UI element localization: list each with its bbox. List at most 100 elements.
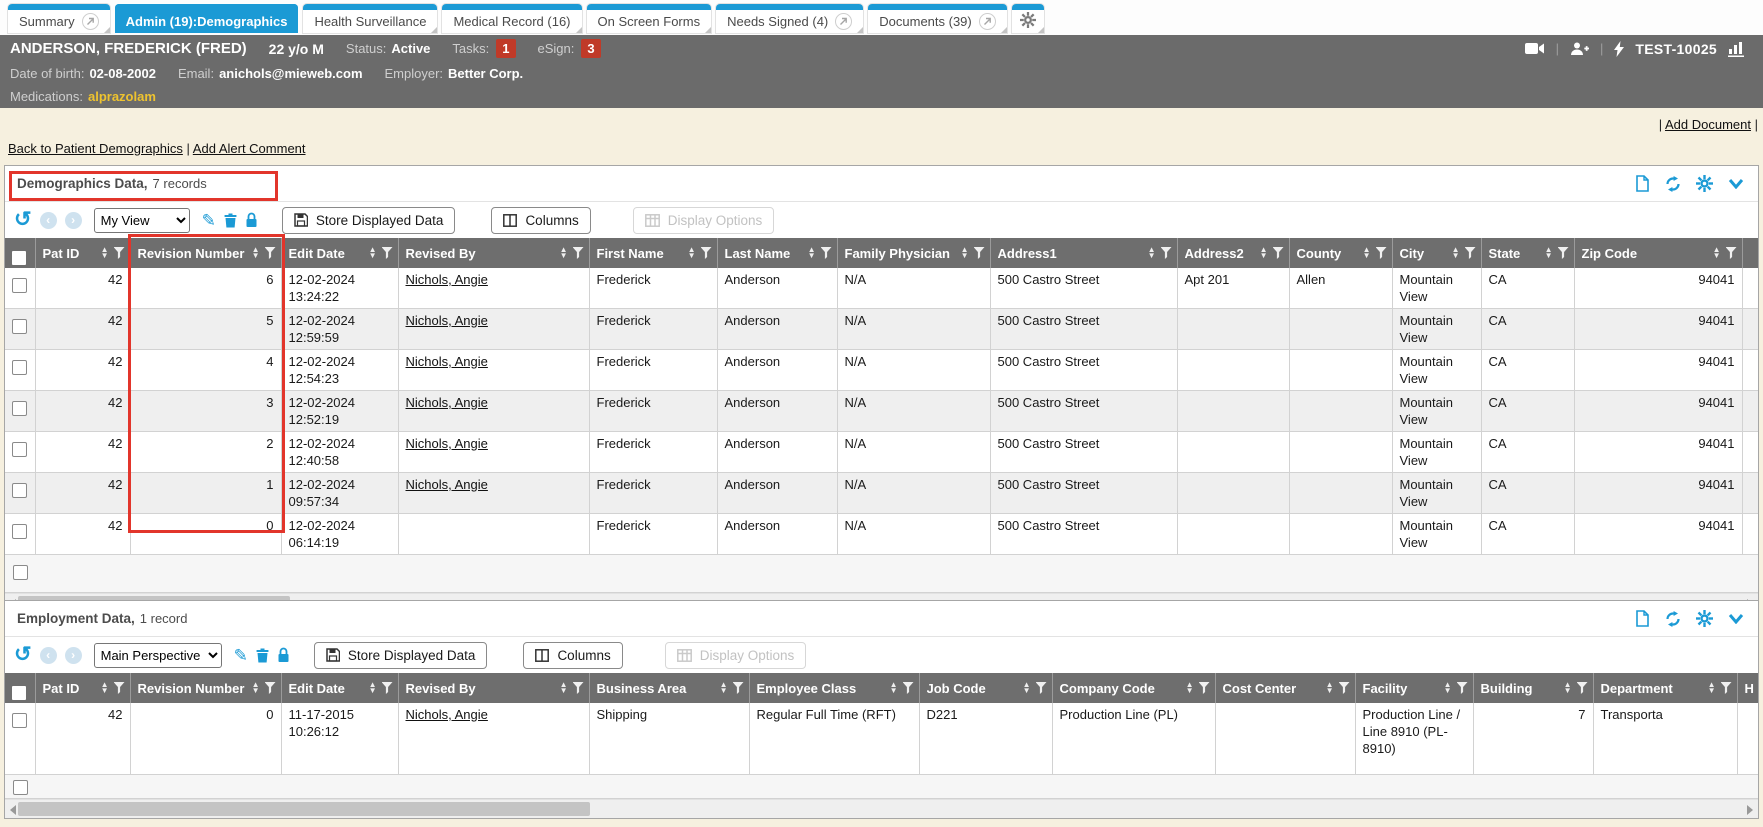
filter-icon[interactable] [1721, 682, 1732, 694]
add-person-icon[interactable] [1570, 42, 1589, 56]
revised-by-link[interactable]: Nichols, Angie [406, 477, 488, 492]
filter-icon[interactable] [1161, 247, 1172, 259]
column-header-employee-class[interactable]: Employee Class▲▼ [749, 673, 919, 703]
lock-view-icon[interactable] [245, 212, 258, 228]
row-checkbox[interactable] [12, 360, 27, 375]
row-checkbox[interactable] [12, 278, 27, 293]
column-header-family-physician[interactable]: Family Physician▲▼ [837, 238, 990, 268]
filter-icon[interactable] [1273, 247, 1284, 259]
add-alert-comment-link[interactable]: Add Alert Comment [193, 141, 306, 156]
columns-button[interactable]: Columns [523, 642, 622, 669]
column-header-first-name[interactable]: First Name▲▼ [589, 238, 717, 268]
filter-icon[interactable] [1036, 682, 1047, 694]
chevron-down-icon[interactable] [1728, 178, 1744, 189]
gear-icon[interactable] [1696, 610, 1713, 627]
sort-icon[interactable]: ▲▼ [101, 247, 109, 259]
column-header-building[interactable]: Building▲▼ [1473, 673, 1593, 703]
column-header-cost-center[interactable]: Cost Center▲▼ [1215, 673, 1355, 703]
tab-health-surveillance[interactable]: Health Surveillance [303, 4, 437, 33]
filter-icon[interactable] [1199, 682, 1210, 694]
filter-icon[interactable] [382, 682, 393, 694]
sort-icon[interactable]: ▲▼ [720, 682, 728, 694]
tab-medical-record[interactable]: Medical Record (16) [442, 4, 581, 33]
filter-icon[interactable] [1376, 247, 1387, 259]
filter-icon[interactable] [265, 247, 276, 259]
next-view-icon[interactable]: › [65, 212, 82, 229]
sort-icon[interactable]: ▲▼ [1363, 247, 1371, 259]
filter-icon[interactable] [1726, 247, 1737, 259]
select-all-checkbox[interactable] [12, 686, 26, 700]
add-document-link[interactable]: Add Document [1665, 117, 1751, 132]
refresh-icon[interactable] [1665, 611, 1681, 627]
tab-admin-demographics[interactable]: Admin (19):Demographics [115, 4, 299, 33]
new-document-icon[interactable] [1635, 175, 1650, 192]
filter-icon[interactable] [1465, 247, 1476, 259]
delete-view-icon[interactable] [224, 213, 237, 228]
sort-icon[interactable]: ▲▼ [560, 247, 568, 259]
new-document-icon[interactable] [1635, 610, 1650, 627]
back-to-demographics-link[interactable]: Back to Patient Demographics [8, 141, 183, 156]
column-header-partial[interactable]: H [1737, 673, 1758, 703]
tab-on-screen-forms[interactable]: On Screen Forms [587, 4, 712, 33]
popout-icon[interactable] [835, 13, 852, 30]
prev-view-icon[interactable]: ‹ [40, 647, 57, 664]
popout-icon[interactable] [82, 13, 99, 30]
filter-icon[interactable] [1339, 682, 1350, 694]
columns-button[interactable]: Columns [491, 207, 590, 234]
undo-icon[interactable]: ↺ [14, 645, 32, 665]
filter-icon[interactable] [821, 247, 832, 259]
bar-chart-icon[interactable] [1728, 41, 1745, 57]
edit-view-icon[interactable]: ✎ [202, 212, 216, 229]
sort-icon[interactable]: ▲▼ [688, 247, 696, 259]
sort-icon[interactable]: ▲▼ [101, 682, 109, 694]
filter-icon[interactable] [265, 682, 276, 694]
video-camera-icon[interactable] [1525, 42, 1545, 55]
sort-icon[interactable]: ▲▼ [1708, 682, 1716, 694]
column-header-revised-by[interactable]: Revised By▲▼ [398, 673, 589, 703]
filter-icon[interactable] [382, 247, 393, 259]
column-header-city[interactable]: City▲▼ [1392, 238, 1481, 268]
filter-icon[interactable] [114, 247, 125, 259]
column-header-address2[interactable]: Address2▲▼ [1177, 238, 1289, 268]
column-header-revised-by[interactable]: Revised By▲▼ [398, 238, 589, 268]
row-checkbox[interactable] [12, 401, 27, 416]
undo-icon[interactable]: ↺ [14, 210, 32, 230]
scroll-left-arrow[interactable] [10, 805, 16, 815]
filter-icon[interactable] [573, 682, 584, 694]
lock-view-icon[interactable] [277, 647, 290, 663]
delete-view-icon[interactable] [256, 648, 269, 663]
filter-icon[interactable] [733, 682, 744, 694]
column-header-address1[interactable]: Address1▲▼ [990, 238, 1177, 268]
store-displayed-data-button[interactable]: Store Displayed Data [314, 642, 488, 669]
column-header-county[interactable]: County▲▼ [1289, 238, 1392, 268]
sort-icon[interactable]: ▲▼ [961, 247, 969, 259]
column-header-revision-number[interactable]: Revision Number▲▼ [130, 238, 281, 268]
sort-icon[interactable]: ▲▼ [890, 682, 898, 694]
row-checkbox[interactable] [12, 442, 27, 457]
sort-icon[interactable]: ▲▼ [1326, 682, 1334, 694]
tasks-count-badge[interactable]: 1 [496, 39, 515, 58]
refresh-icon[interactable] [1665, 176, 1681, 192]
filter-icon[interactable] [701, 247, 712, 259]
filter-icon[interactable] [1457, 682, 1468, 694]
tab-settings-gear[interactable] [1012, 4, 1044, 33]
tab-summary[interactable]: Summary [8, 4, 110, 33]
sort-icon[interactable]: ▲▼ [252, 682, 260, 694]
popout-icon[interactable] [979, 13, 996, 30]
column-header-zip-code[interactable]: Zip Code▲▼ [1574, 238, 1742, 268]
revised-by-link[interactable]: Nichols, Angie [406, 354, 488, 369]
esign-count-badge[interactable]: 3 [581, 39, 600, 58]
sort-icon[interactable]: ▲▼ [1545, 247, 1553, 259]
store-displayed-data-button[interactable]: Store Displayed Data [282, 207, 456, 234]
view-selector[interactable]: Main Perspective [94, 643, 222, 668]
sort-icon[interactable]: ▲▼ [1260, 247, 1268, 259]
filter-icon[interactable] [903, 682, 914, 694]
sort-icon[interactable]: ▲▼ [1452, 247, 1460, 259]
row-checkbox[interactable] [13, 565, 28, 580]
filter-icon[interactable] [974, 247, 985, 259]
sort-icon[interactable]: ▲▼ [1186, 682, 1194, 694]
sort-icon[interactable]: ▲▼ [808, 247, 816, 259]
column-header-last-name[interactable]: Last Name▲▼ [717, 238, 837, 268]
column-header-department[interactable]: Department▲▼ [1593, 673, 1737, 703]
row-checkbox[interactable] [13, 780, 28, 795]
